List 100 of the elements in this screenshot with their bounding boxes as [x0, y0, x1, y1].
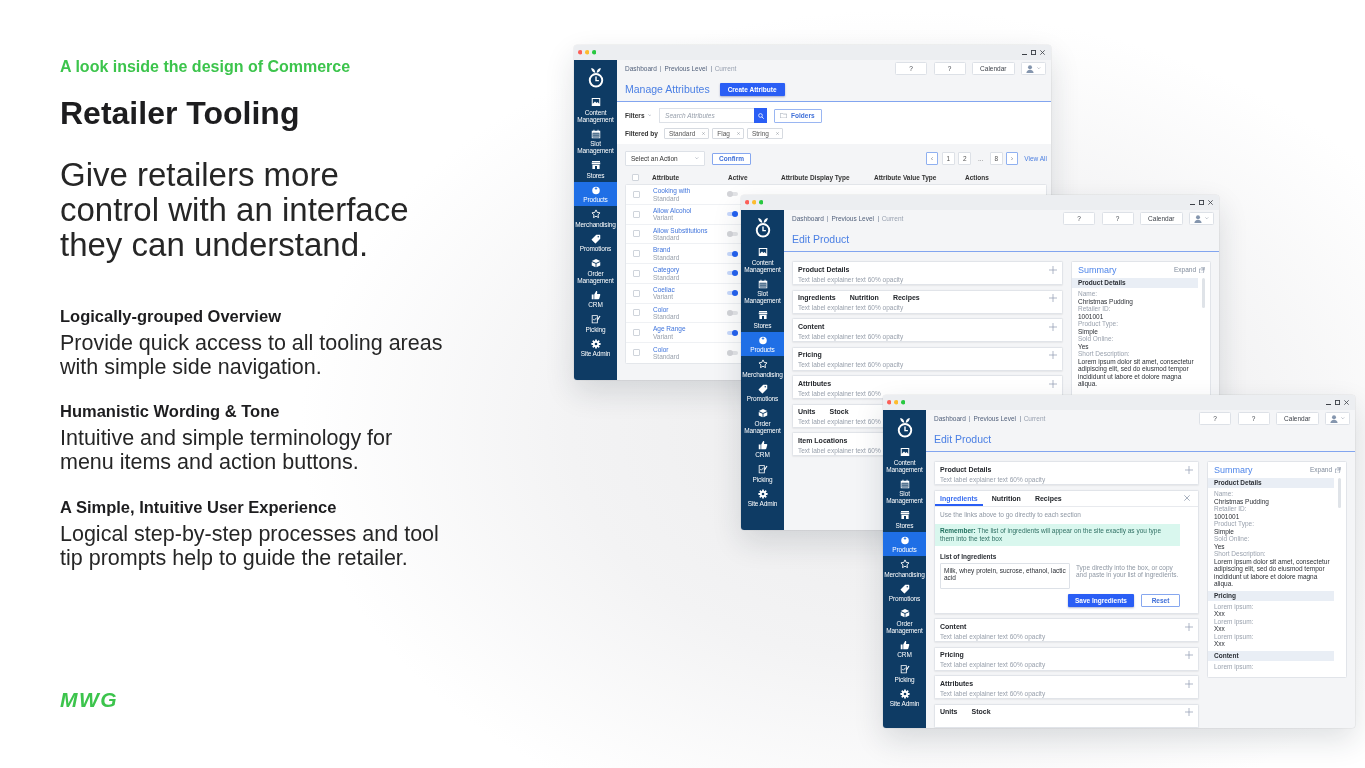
checkbox[interactable]	[633, 250, 640, 258]
checklist-icon	[899, 664, 910, 674]
plus-icon[interactable]	[1049, 351, 1057, 359]
tag-icon	[757, 383, 768, 394]
expand-icon	[1198, 266, 1205, 274]
plus-icon[interactable]	[1185, 651, 1193, 659]
maximize-icon[interactable]	[1199, 200, 1204, 205]
window-dot-icon[interactable]	[591, 50, 597, 55]
slide-title: Retailer Tooling	[60, 94, 300, 132]
close-icon[interactable]	[1344, 400, 1349, 405]
folder-icon	[780, 112, 788, 119]
checkbox[interactable]	[632, 174, 639, 181]
tag-icon	[590, 233, 601, 244]
clock-logo-icon	[754, 216, 771, 238]
search-button[interactable]	[754, 108, 768, 123]
eyebrow-text: A look inside the design of Commerce	[60, 57, 351, 77]
toggle-switch[interactable]	[727, 270, 738, 277]
plus-icon[interactable]	[1049, 294, 1057, 302]
plus-icon[interactable]	[1049, 322, 1057, 331]
minimize-icon[interactable]	[1326, 404, 1331, 405]
user-icon	[1194, 214, 1202, 223]
feature-text: Intuitive and simple terminology for menu items and action buttons.	[60, 426, 394, 474]
close-icon[interactable]	[1040, 50, 1045, 55]
checkbox[interactable]	[633, 289, 640, 297]
scrollbar-thumb[interactable]	[1202, 278, 1205, 308]
remove-icon[interactable]	[775, 132, 779, 135]
maximize-icon[interactable]	[1031, 50, 1036, 55]
star-icon	[757, 359, 768, 369]
previous-page-button[interactable]	[926, 152, 939, 165]
tag-icon	[899, 583, 910, 594]
user-menu-button[interactable]	[1021, 62, 1046, 75]
user-menu-button[interactable]	[1325, 412, 1350, 425]
thumbs-up-icon	[590, 289, 601, 300]
remove-icon[interactable]	[736, 132, 740, 135]
thumbs-up-icon	[899, 639, 910, 650]
window-dot-icon[interactable]	[900, 400, 906, 405]
window-dot-icon[interactable]	[585, 50, 590, 55]
next-page-button[interactable]	[1006, 152, 1019, 165]
chevron-right-icon	[1011, 156, 1014, 161]
feature-heading: Humanistic Wording & Tone	[60, 401, 280, 422]
plus-icon[interactable]	[1049, 265, 1057, 274]
toggle-switch[interactable]	[727, 329, 738, 336]
feature-text: Provide quick access to all tooling areas with simple side navigation.	[60, 330, 444, 379]
checkbox[interactable]	[633, 309, 640, 317]
package-icon	[590, 258, 601, 268]
toggle-switch[interactable]	[727, 250, 738, 257]
remove-icon[interactable]	[702, 132, 706, 135]
window-dot-icon[interactable]	[752, 200, 757, 205]
user-menu-button[interactable]	[1189, 212, 1214, 225]
toggle-switch[interactable]	[727, 309, 738, 316]
expand-icon	[1334, 466, 1341, 474]
plus-icon[interactable]	[1185, 708, 1193, 716]
checkbox[interactable]	[633, 349, 640, 357]
summary-title: Summary	[1214, 464, 1253, 476]
image-icon	[590, 97, 601, 107]
scrollbar-thumb[interactable]	[1338, 478, 1341, 508]
window-dot-icon[interactable]	[894, 400, 899, 405]
store-icon	[757, 310, 768, 320]
window-dot-icon[interactable]	[745, 200, 750, 205]
toggle-switch[interactable]	[727, 191, 738, 198]
toggle-switch[interactable]	[727, 230, 738, 237]
gear-icon	[590, 338, 601, 349]
maximize-icon[interactable]	[1335, 400, 1340, 405]
clock-logo-icon	[896, 416, 913, 438]
user-icon	[1330, 414, 1338, 423]
plus-icon[interactable]	[1049, 379, 1057, 388]
plus-icon[interactable]	[1185, 679, 1193, 688]
image-icon	[899, 447, 910, 457]
clock-logo-icon	[587, 66, 604, 88]
minimize-icon[interactable]	[1022, 54, 1027, 55]
window-dot-icon[interactable]	[578, 50, 583, 55]
chevron-down-icon	[1205, 217, 1209, 220]
minimize-icon[interactable]	[1190, 204, 1195, 205]
checkbox[interactable]	[633, 329, 640, 337]
checklist-icon	[757, 464, 768, 474]
checkbox[interactable]	[633, 190, 640, 198]
toggle-switch[interactable]	[727, 290, 738, 297]
close-icon[interactable]	[1208, 200, 1213, 205]
checklist-icon	[590, 314, 601, 324]
page-title: Edit Product	[934, 432, 992, 446]
thumbs-up-icon	[757, 439, 768, 450]
toggle-switch[interactable]	[727, 211, 738, 218]
fruit-icon	[899, 534, 910, 545]
fruit-icon	[590, 184, 601, 195]
checkbox[interactable]	[633, 269, 640, 277]
toggle-switch[interactable]	[727, 349, 738, 356]
window-dot-icon[interactable]	[758, 200, 764, 205]
star-icon	[590, 209, 601, 219]
plus-icon[interactable]	[1185, 622, 1193, 631]
calendar-icon	[899, 478, 910, 489]
plus-icon[interactable]	[1185, 465, 1193, 474]
summary-title: Summary	[1078, 264, 1117, 276]
checkbox[interactable]	[633, 210, 640, 218]
chevron-left-icon	[931, 156, 934, 161]
image-icon	[757, 247, 768, 257]
brand-logo: MWG	[60, 689, 119, 710]
window-dot-icon[interactable]	[887, 400, 892, 405]
feature-text: Logical step-by-step processes and tool tip prompts help to guide the retailer.	[60, 521, 440, 570]
checkbox[interactable]	[633, 230, 640, 238]
package-icon	[899, 608, 910, 618]
